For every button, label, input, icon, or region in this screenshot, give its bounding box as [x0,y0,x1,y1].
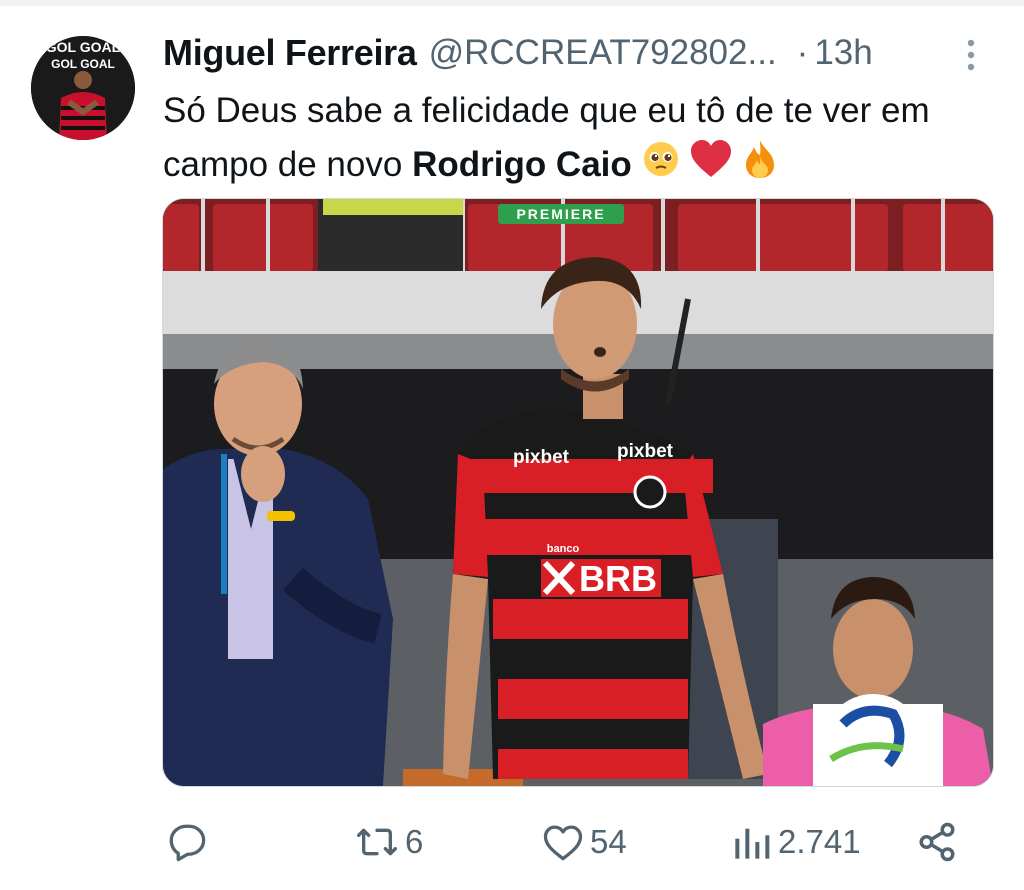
user-handle[interactable]: @RCCREAT792802... [429,33,777,73]
tweet-text: Só Deus sabe a felicidade que eu tô de t… [163,84,983,195]
pleading-face-icon [642,140,680,194]
share-icon [919,822,955,862]
views-button[interactable]: 2.741 [732,820,861,864]
display-name[interactable]: Miguel Ferreira [163,32,417,74]
timestamp[interactable]: 13h [814,33,872,73]
views-count: 2.741 [778,823,861,860]
reply-icon [169,824,206,862]
red-heart-icon [689,139,733,195]
tweet-header: Miguel Ferreira @RCCREAT792802... · 13h [163,28,963,78]
broadcast-badge: PREMIERE [498,204,624,224]
tweet-media-image[interactable]: pixbet pixbet banco BRB PREMIERE [162,198,994,787]
tweet-actions: 6 54 2.741 [0,800,1024,880]
svg-text:GOL GOAL: GOL GOAL [51,57,115,71]
avatar-image: GOL GOAL GOL GOAL [31,36,135,140]
more-options-icon[interactable] [961,38,981,74]
share-button[interactable] [916,820,958,864]
separator-dot: · [796,33,809,72]
like-count: 54 [590,823,627,860]
top-divider [0,0,1024,6]
svg-text:BRB: BRB [579,558,657,599]
svg-text:pixbet: pixbet [513,447,570,468]
avatar[interactable]: GOL GOAL GOL GOAL [31,36,135,140]
svg-text:pixbet: pixbet [617,441,674,462]
stadium-photo: pixbet pixbet banco BRB [163,199,993,786]
svg-text:banco: banco [547,543,580,555]
retweet-count: 6 [405,823,424,860]
retweet-button[interactable]: 6 [355,820,423,864]
like-button[interactable]: 54 [542,820,627,864]
tweet-text-bold-name: Rodrigo Caio [412,145,632,184]
reply-button[interactable] [166,820,214,864]
heart-icon [543,825,583,861]
fire-icon [743,139,777,195]
retweet-icon [356,828,397,856]
views-chart-icon [735,828,770,859]
svg-text:GOL GOAL: GOL GOAL [46,39,121,55]
